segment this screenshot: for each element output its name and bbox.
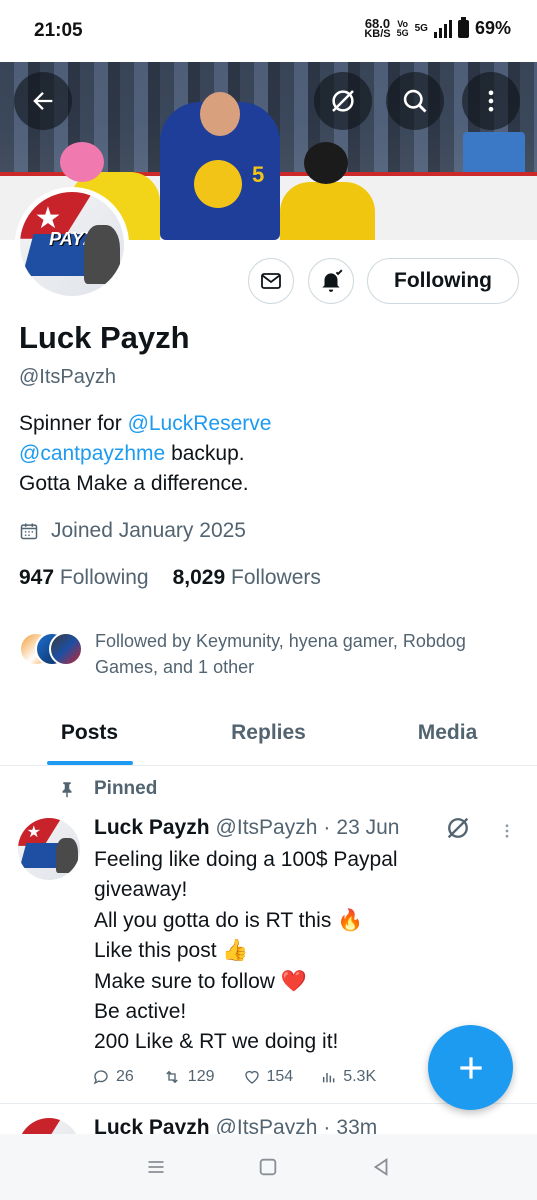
- joined-date: Joined January 2025: [19, 519, 246, 543]
- following-button[interactable]: Following: [367, 258, 519, 304]
- status-bar: 21:05 68.0 KB/S Vo 5G 5G 69%: [0, 0, 537, 62]
- envelope-icon: [261, 273, 281, 289]
- tab-media[interactable]: Media: [358, 700, 537, 765]
- views-button[interactable]: 5.3K: [321, 1068, 376, 1086]
- message-button[interactable]: [248, 258, 294, 304]
- battery-icon: [457, 16, 469, 38]
- followers-count-link[interactable]: 8,029 Followers: [173, 566, 321, 590]
- more-vertical-icon: [488, 90, 494, 112]
- tab-posts[interactable]: Posts: [0, 700, 179, 765]
- grok-icon: [447, 817, 469, 839]
- volte-indicator: Vo 5G: [396, 18, 409, 38]
- following-count-link[interactable]: 947 Following: [19, 566, 149, 590]
- status-time: 21:05: [34, 20, 83, 41]
- profile-handle: @ItsPayzh: [19, 366, 117, 388]
- more-vertical-icon: [505, 824, 509, 838]
- mention-link[interactable]: @cantpayzhme: [19, 442, 165, 465]
- reply-icon: [93, 1070, 108, 1085]
- arrow-left-icon: [33, 92, 53, 110]
- system-nav-bar: [0, 1134, 537, 1200]
- battery-percent: 69%: [474, 18, 511, 38]
- profile-bio: Spinner for @LuckReserve @cantpayzhme ba…: [19, 412, 272, 495]
- bell-check-icon: [322, 269, 343, 292]
- notifications-button[interactable]: [308, 258, 354, 304]
- mention-link[interactable]: @LuckReserve: [128, 412, 272, 435]
- post-author-avatar[interactable]: ★: [18, 818, 80, 880]
- tab-replies[interactable]: Replies: [179, 700, 358, 765]
- profile-avatar[interactable]: ★ PAYZH: [15, 187, 129, 301]
- followed-by[interactable]: Followed by Keymunity, hyena gamer, Robd…: [19, 628, 515, 680]
- views-icon: [323, 1073, 335, 1083]
- calendar-icon: [20, 523, 38, 540]
- status-indicators: 68.0 KB/S Vo 5G 5G 69%: [364, 15, 511, 40]
- avatar: [49, 632, 83, 666]
- heart-icon: [244, 1070, 259, 1084]
- reply-button[interactable]: 26: [92, 1068, 134, 1086]
- profile-tabs: Posts Replies Media: [0, 700, 537, 766]
- post-author-handle[interactable]: @ItsPayzh: [216, 816, 318, 840]
- post-actions: 26 129 154 5.3K: [92, 1068, 404, 1086]
- follow-stats: 947 Following 8,029 Followers: [19, 566, 321, 590]
- back-button[interactable]: [14, 72, 72, 130]
- post-header: Luck Payzh @ItsPayzh · 23 Jun: [94, 816, 400, 840]
- profile-name: Luck Payzh: [19, 320, 190, 355]
- post-more-button[interactable]: [498, 820, 516, 847]
- search-button[interactable]: [386, 72, 444, 130]
- recent-apps-icon[interactable]: [145, 1157, 167, 1177]
- repost-icon: [166, 1070, 178, 1084]
- post-grok-button[interactable]: [444, 814, 472, 847]
- grok-icon: [332, 90, 354, 112]
- mutual-avatars: [19, 628, 85, 668]
- repost-button[interactable]: 129: [162, 1068, 215, 1086]
- like-button[interactable]: 154: [243, 1068, 293, 1086]
- network-speed: 68.0 KB/S: [364, 15, 391, 40]
- compose-button[interactable]: [428, 1025, 513, 1110]
- more-button[interactable]: [462, 72, 520, 130]
- grok-button[interactable]: [314, 72, 372, 130]
- plus-icon: [459, 1056, 482, 1079]
- network-type: 5G: [414, 22, 428, 34]
- home-icon[interactable]: [257, 1156, 279, 1178]
- post-time[interactable]: 23 Jun: [336, 816, 399, 840]
- signal-icon: [433, 19, 452, 38]
- post-text: Feeling like doing a 100$ Paypal giveawa…: [94, 848, 398, 1054]
- search-icon: [403, 89, 427, 113]
- post-author-name[interactable]: Luck Payzh: [94, 816, 210, 840]
- pin-icon: [62, 782, 72, 798]
- pinned-indicator: Pinned: [58, 778, 157, 800]
- back-nav-icon[interactable]: [370, 1156, 392, 1178]
